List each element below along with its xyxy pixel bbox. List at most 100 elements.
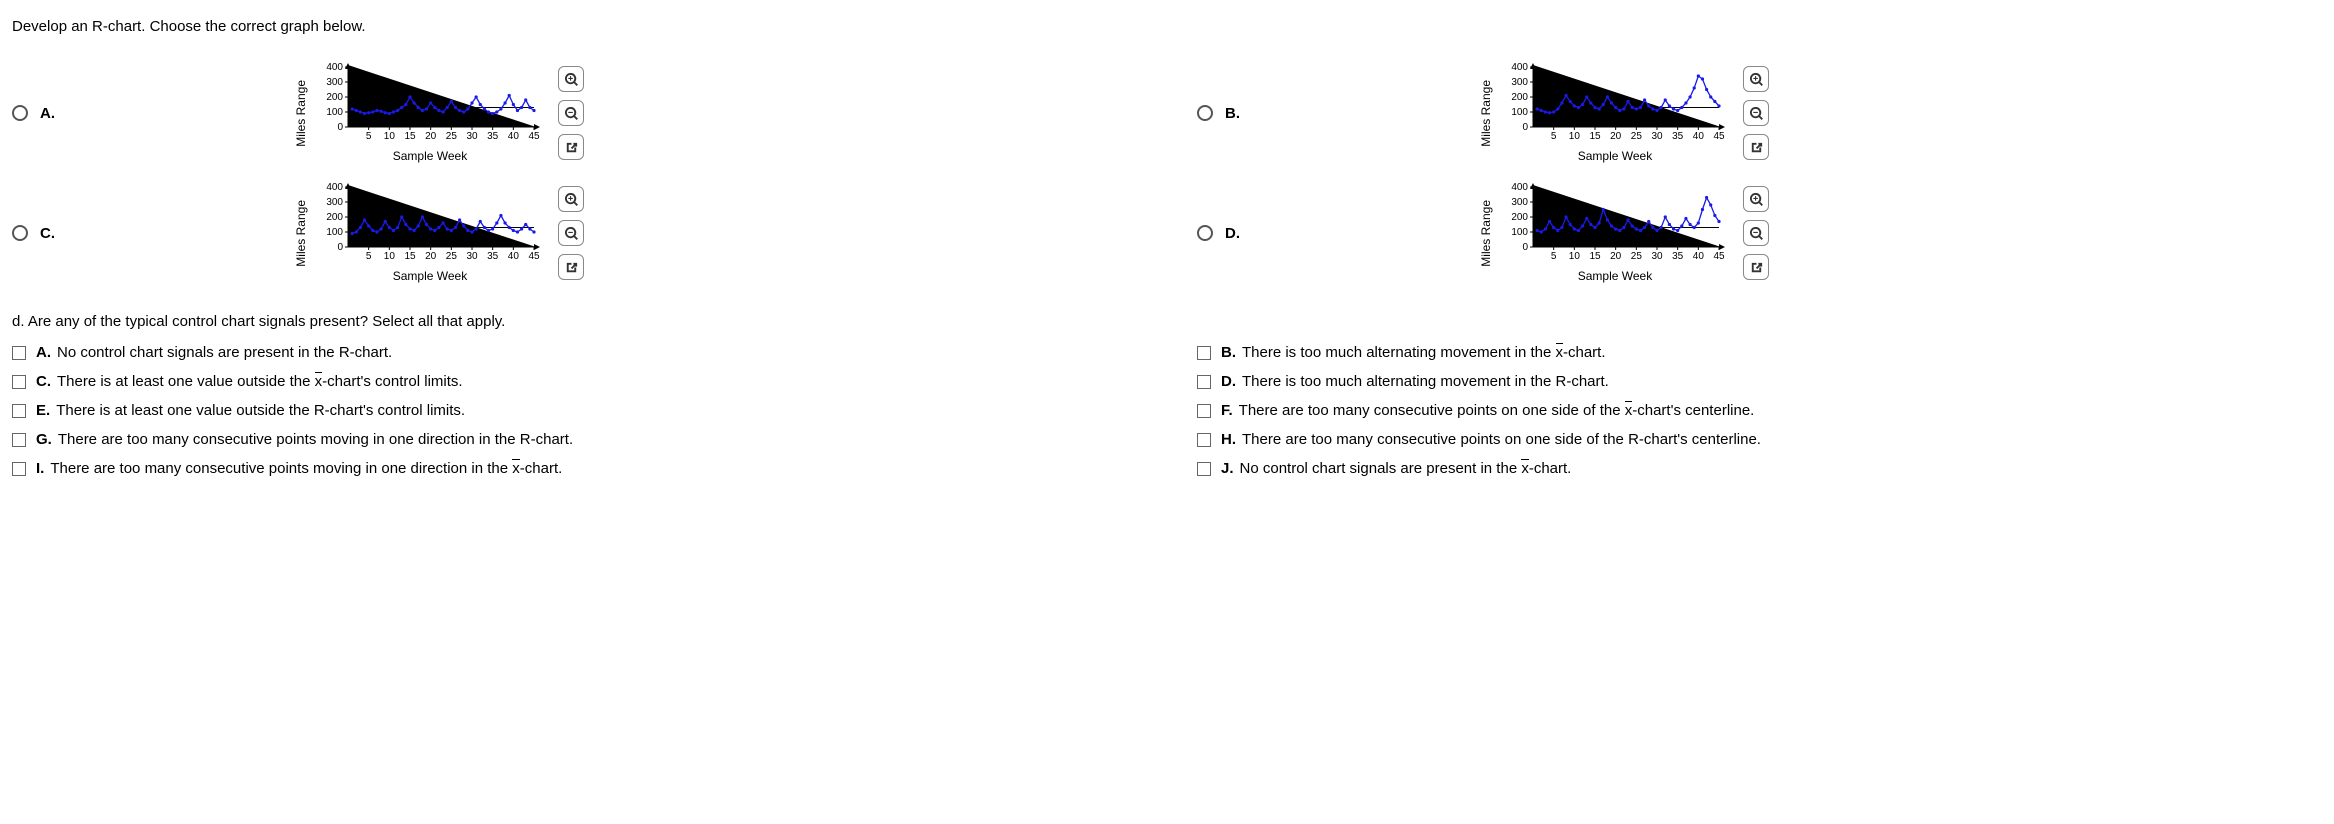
svg-text:25: 25 <box>1631 251 1643 262</box>
check-text-G: G.There are too many consecutive points … <box>36 431 573 448</box>
checkbox-D[interactable] <box>1197 375 1211 389</box>
chart-C: 010020030040051015202530354045Sample Wee… <box>320 183 540 283</box>
pop-out-icon[interactable] <box>1743 134 1769 160</box>
svg-text:100: 100 <box>1511 227 1528 238</box>
svg-text:15: 15 <box>404 131 416 142</box>
option-A: A.Miles Range010020030040051015202530354… <box>12 63 1137 163</box>
zoom-out-icon[interactable] <box>558 100 584 126</box>
xlabel: Sample Week <box>1505 269 1725 283</box>
svg-text:5: 5 <box>366 251 372 262</box>
svg-text:5: 5 <box>1551 251 1557 262</box>
pop-out-icon[interactable] <box>558 134 584 160</box>
radio-B[interactable] <box>1197 105 1213 121</box>
checkbox-G[interactable] <box>12 433 26 447</box>
zoom-out-icon[interactable] <box>1743 220 1769 246</box>
svg-text:45: 45 <box>1713 131 1725 142</box>
svg-text:400: 400 <box>326 63 343 73</box>
svg-text:200: 200 <box>326 212 343 223</box>
check-text-D: D.There is too much alternating movement… <box>1221 373 1609 390</box>
zoom-in-icon[interactable] <box>1743 186 1769 212</box>
zoom-in-icon[interactable] <box>558 186 584 212</box>
check-option-G: G.There are too many consecutive points … <box>12 431 1137 448</box>
check-text-J: J.No control chart signals are present i… <box>1221 460 1571 477</box>
chart-D: 010020030040051015202530354045Sample Wee… <box>1505 183 1725 283</box>
question-stem: Develop an R-chart. Choose the correct g… <box>12 18 2322 35</box>
svg-text:35: 35 <box>1672 251 1684 262</box>
svg-text:10: 10 <box>1569 251 1581 262</box>
ylabel: Miles Range <box>1479 200 1493 267</box>
svg-text:40: 40 <box>1693 251 1705 262</box>
sub-question: d. Are any of the typical control chart … <box>12 313 2322 330</box>
svg-text:0: 0 <box>1522 122 1528 133</box>
checkbox-E[interactable] <box>12 404 26 418</box>
svg-text:20: 20 <box>1610 131 1622 142</box>
check-option-I: I.There are too many consecutive points … <box>12 460 1137 477</box>
ylabel: Miles Range <box>1479 80 1493 147</box>
checkbox-F[interactable] <box>1197 404 1211 418</box>
svg-text:40: 40 <box>1693 131 1705 142</box>
radio-D[interactable] <box>1197 225 1213 241</box>
zoom-out-icon[interactable] <box>558 220 584 246</box>
svg-text:300: 300 <box>326 197 343 208</box>
radio-A[interactable] <box>12 105 28 121</box>
svg-text:40: 40 <box>508 251 520 262</box>
zoom-in-icon[interactable] <box>1743 66 1769 92</box>
option-C: C.Miles Range010020030040051015202530354… <box>12 183 1137 283</box>
zoom-in-icon[interactable] <box>558 66 584 92</box>
svg-text:400: 400 <box>1511 183 1528 193</box>
svg-text:35: 35 <box>487 251 499 262</box>
check-option-B: B.There is too much alternating movement… <box>1197 344 2322 361</box>
checkbox-I[interactable] <box>12 462 26 476</box>
check-option-J: J.No control chart signals are present i… <box>1197 460 2322 477</box>
checkbox-J[interactable] <box>1197 462 1211 476</box>
ylabel: Miles Range <box>294 80 308 147</box>
option-label-C: C. <box>40 225 55 242</box>
svg-text:200: 200 <box>1511 92 1528 103</box>
svg-text:30: 30 <box>466 131 478 142</box>
check-option-H: H.There are too many consecutive points … <box>1197 431 2322 448</box>
option-label-B: B. <box>1225 105 1240 122</box>
xlabel: Sample Week <box>1505 149 1725 163</box>
checkbox-B[interactable] <box>1197 346 1211 360</box>
svg-text:20: 20 <box>425 131 437 142</box>
svg-text:45: 45 <box>1713 251 1725 262</box>
check-option-A: A.No control chart signals are present i… <box>12 344 1137 361</box>
checkbox-C[interactable] <box>12 375 26 389</box>
svg-text:5: 5 <box>1551 131 1557 142</box>
svg-text:45: 45 <box>528 251 540 262</box>
zoom-out-icon[interactable] <box>1743 100 1769 126</box>
option-label-D: D. <box>1225 225 1240 242</box>
svg-text:5: 5 <box>366 131 372 142</box>
checkbox-A[interactable] <box>12 346 26 360</box>
chart-A: 010020030040051015202530354045Sample Wee… <box>320 63 540 163</box>
check-option-E: E.There is at least one value outside th… <box>12 402 1137 419</box>
svg-text:300: 300 <box>1511 77 1528 88</box>
pop-out-icon[interactable] <box>558 254 584 280</box>
checkbox-H[interactable] <box>1197 433 1211 447</box>
check-option-C: C.There is at least one value outside th… <box>12 373 1137 390</box>
svg-text:200: 200 <box>1511 212 1528 223</box>
svg-text:35: 35 <box>1672 131 1684 142</box>
svg-text:100: 100 <box>326 227 343 238</box>
xlabel: Sample Week <box>320 149 540 163</box>
check-option-F: F.There are too many consecutive points … <box>1197 402 2322 419</box>
svg-text:25: 25 <box>446 131 458 142</box>
radio-C[interactable] <box>12 225 28 241</box>
svg-text:10: 10 <box>384 251 396 262</box>
svg-text:15: 15 <box>1589 251 1601 262</box>
pop-out-icon[interactable] <box>1743 254 1769 280</box>
svg-text:30: 30 <box>1651 131 1663 142</box>
check-text-A: A.No control chart signals are present i… <box>36 344 392 361</box>
svg-text:0: 0 <box>337 122 343 133</box>
svg-text:30: 30 <box>1651 251 1663 262</box>
svg-text:15: 15 <box>404 251 416 262</box>
svg-text:15: 15 <box>1589 131 1601 142</box>
svg-text:0: 0 <box>1522 242 1528 253</box>
svg-text:300: 300 <box>326 77 343 88</box>
option-D: D.Miles Range010020030040051015202530354… <box>1197 183 2322 283</box>
chart-B: 010020030040051015202530354045Sample Wee… <box>1505 63 1725 163</box>
svg-text:200: 200 <box>326 92 343 103</box>
check-text-B: B.There is too much alternating movement… <box>1221 344 1606 361</box>
svg-text:100: 100 <box>1511 107 1528 118</box>
svg-text:400: 400 <box>326 183 343 193</box>
